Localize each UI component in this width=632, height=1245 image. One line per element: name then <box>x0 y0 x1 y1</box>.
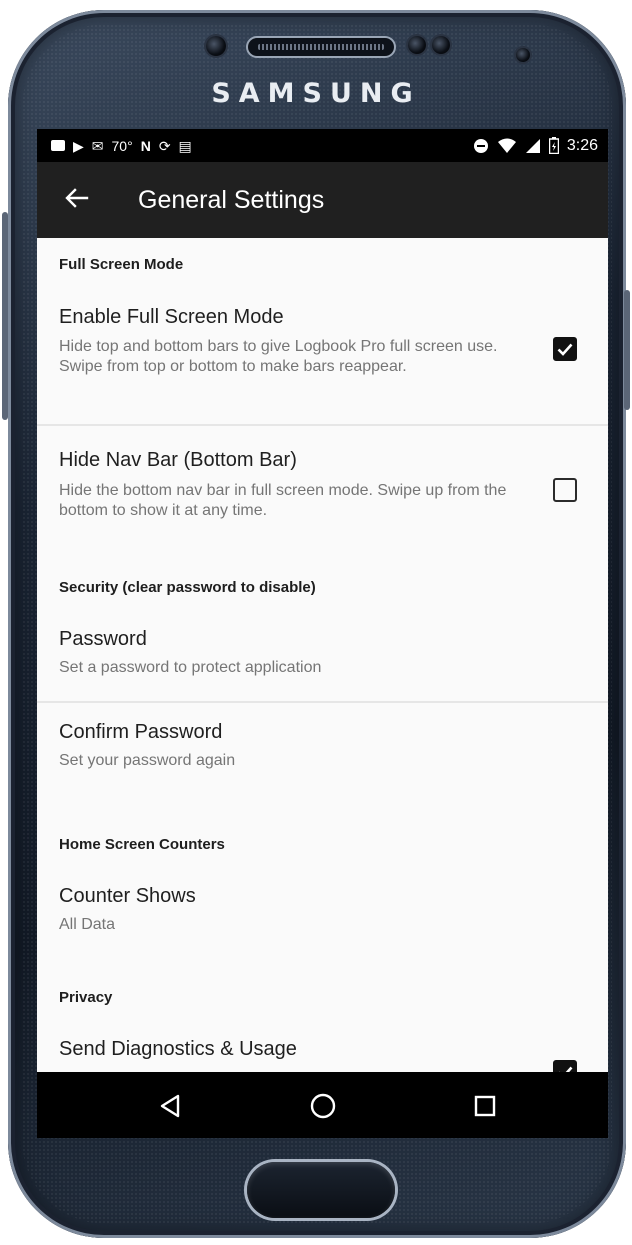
pref-summary: Hide the bottom nav bar in full screen m… <box>59 482 507 519</box>
screen: ▶ ✉ 70° N ⟳ ▤ 3:26 General Settings Full… <box>37 129 608 1138</box>
pref-title: Password <box>59 628 147 650</box>
hardware-home-button[interactable] <box>247 1162 395 1218</box>
checkmark-icon <box>559 1066 573 1072</box>
pref-title: Enable Full Screen Mode <box>59 306 284 328</box>
square-recents-icon <box>474 1095 496 1117</box>
status-bar: ▶ ✉ 70° N ⟳ ▤ 3:26 <box>37 129 608 162</box>
back-button[interactable] <box>59 180 95 216</box>
triangle-back-icon <box>160 1094 180 1118</box>
pref-enable-full-screen[interactable]: Enable Full Screen Mode Hide top and bot… <box>37 293 608 423</box>
volume-button[interactable] <box>2 212 8 420</box>
enable-full-screen-checkbox[interactable] <box>553 337 577 361</box>
pref-summary: All Data <box>59 916 116 933</box>
settings-list[interactable]: Full Screen Mode Enable Full Screen Mode… <box>37 238 608 1072</box>
proximity-sensor <box>408 36 426 54</box>
arrow-left-icon <box>65 188 89 208</box>
pref-title: Confirm Password <box>59 721 223 743</box>
battery-icon <box>548 137 559 154</box>
nfc-icon: N <box>140 137 151 154</box>
section-header-security: Security (clear password to disable) <box>59 579 316 596</box>
email-icon: ✉ <box>91 137 104 154</box>
light-sensor <box>432 36 450 54</box>
pref-summary: Set your password again <box>59 752 236 769</box>
section-header-privacy: Privacy <box>59 989 113 1006</box>
pref-send-diagnostics[interactable]: Send Diagnostics & Usage <box>37 1026 608 1072</box>
speaker-grill <box>258 44 384 50</box>
signal-icon <box>525 138 540 153</box>
pref-hide-nav-bar[interactable]: Hide Nav Bar (Bottom Bar) Hide the botto… <box>37 426 608 538</box>
clipboard-icon: ▤ <box>178 137 192 154</box>
system-nav-bar <box>37 1072 608 1138</box>
page-title: General Settings <box>138 186 325 214</box>
status-right: 3:26 <box>473 129 598 162</box>
pref-title: Send Diagnostics & Usage <box>59 1038 297 1060</box>
brand-logo: SAMSUNG <box>211 78 421 109</box>
power-button[interactable] <box>624 290 630 410</box>
nav-home-button[interactable] <box>303 1086 343 1126</box>
pref-title: Counter Shows <box>59 885 196 907</box>
pref-summary: Hide top and bottom bars to give Logbook… <box>59 338 498 375</box>
notification-icon <box>51 140 65 151</box>
send-diagnostics-checkbox[interactable] <box>553 1060 577 1072</box>
nav-back-button[interactable] <box>150 1086 190 1126</box>
pref-counter-shows[interactable]: Counter Shows All Data <box>37 873 608 957</box>
circle-home-icon <box>310 1093 336 1119</box>
sync-icon: ⟳ <box>158 137 171 154</box>
wifi-icon <box>497 138 516 153</box>
temperature-text: 70° <box>111 137 133 154</box>
status-left: ▶ ✉ 70° N ⟳ ▤ <box>51 129 192 162</box>
pref-password[interactable]: Password Set a password to protect appli… <box>37 616 608 700</box>
checkmark-icon <box>557 343 573 356</box>
play-store-icon: ▶ <box>73 137 84 154</box>
pref-confirm-password[interactable]: Confirm Password Set your password again <box>37 703 608 793</box>
do-not-disturb-icon <box>473 138 488 153</box>
front-camera <box>516 48 530 62</box>
app-bar: General Settings <box>37 162 608 238</box>
pref-summary: Set a password to protect application <box>59 659 322 676</box>
section-header-home-counters: Home Screen Counters <box>59 836 225 853</box>
nav-recents-button[interactable] <box>465 1086 505 1126</box>
hide-nav-bar-checkbox[interactable] <box>553 478 577 502</box>
sensor-dot <box>206 36 226 56</box>
section-header-full-screen: Full Screen Mode <box>59 256 184 273</box>
screenshot-stage: SAMSUNG ▶ ✉ 70° N ⟳ ▤ 3:26 General Setti… <box>0 0 632 1245</box>
clock: 3:26 <box>566 136 598 154</box>
pref-title: Hide Nav Bar (Bottom Bar) <box>59 449 297 471</box>
earpiece-speaker <box>248 38 394 56</box>
